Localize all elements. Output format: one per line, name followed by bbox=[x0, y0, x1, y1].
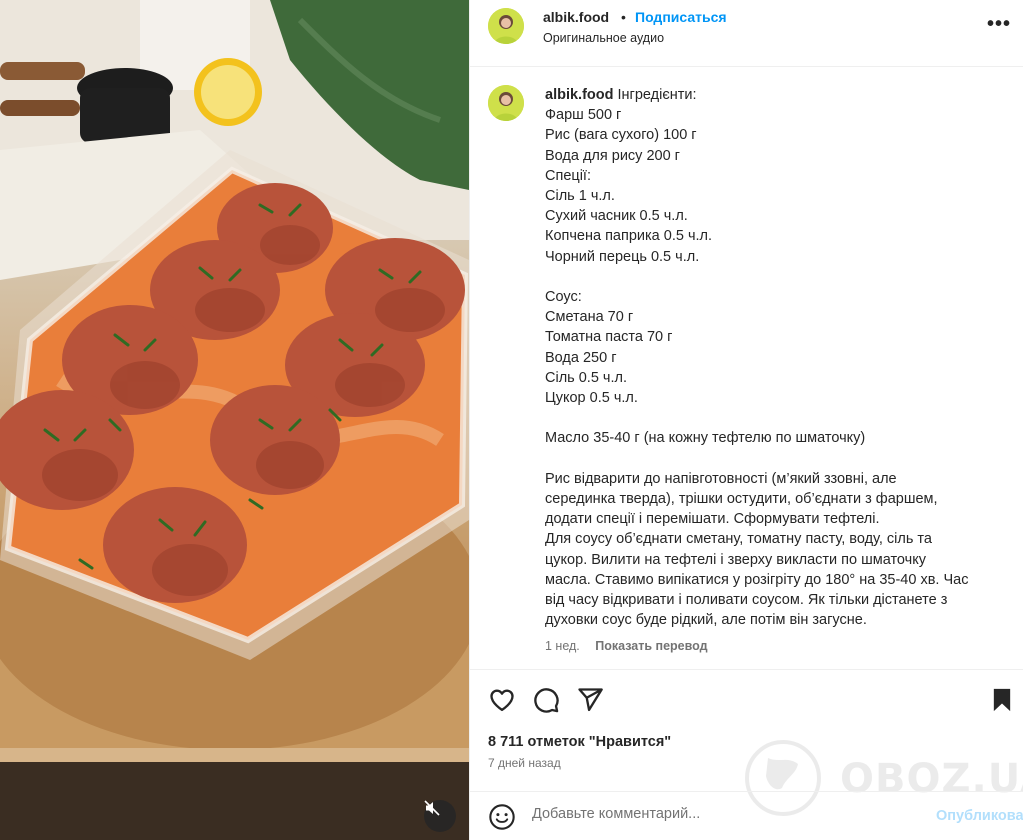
post-date[interactable]: 7 дней назад bbox=[488, 756, 561, 770]
separator-dot: • bbox=[621, 9, 626, 25]
share-button[interactable] bbox=[576, 686, 604, 714]
caption-time[interactable]: 1 нед. bbox=[545, 639, 580, 653]
caption-line bbox=[545, 449, 995, 469]
likes-count[interactable]: 8 711 отметок "Нравится" bbox=[488, 734, 671, 750]
more-icon: ••• bbox=[987, 13, 1012, 35]
emoji-button[interactable] bbox=[488, 803, 516, 831]
follow-button[interactable]: Подписаться bbox=[635, 9, 727, 25]
publish-button[interactable]: Опубликовать bbox=[936, 808, 1023, 824]
comment-bubble-icon bbox=[534, 688, 559, 713]
speaker-muted-icon bbox=[424, 800, 440, 816]
author-username[interactable]: albik.food bbox=[543, 9, 609, 25]
caption-line: Вода 250 г bbox=[545, 349, 617, 366]
save-button[interactable] bbox=[988, 686, 1016, 714]
caption-line: серединка тверда), трішки остудити, об’є… bbox=[545, 491, 938, 508]
post-header: albik.food • Подписаться Оригинальное ау… bbox=[470, 0, 1023, 67]
caption-line: від часу відкривати і поливати соусом. Я… bbox=[545, 592, 948, 609]
caption-line: Чорний перець 0.5 ч.л. bbox=[545, 248, 700, 265]
caption-line: Спеції: bbox=[545, 167, 591, 184]
caption-line bbox=[545, 408, 995, 428]
caption-line: Рис (вага сухого) 100 г bbox=[545, 127, 697, 144]
bookmark-icon bbox=[993, 688, 1011, 712]
caption-avatar[interactable] bbox=[488, 85, 524, 121]
like-button[interactable] bbox=[488, 686, 516, 714]
paper-plane-icon bbox=[578, 688, 603, 712]
comment-button[interactable] bbox=[532, 686, 560, 714]
caption-line: Цукор 0.5 ч.л. bbox=[545, 390, 638, 407]
caption-line: Фарш 500 г bbox=[545, 107, 622, 124]
avatar-image bbox=[488, 8, 524, 44]
caption-line: Масло 35-40 г (на кожну тефтелю по шмато… bbox=[545, 430, 866, 447]
caption-line: Сухий часник 0.5 ч.л. bbox=[545, 208, 688, 225]
avatar[interactable] bbox=[488, 8, 524, 44]
meatballs-photo bbox=[0, 0, 469, 840]
caption-line bbox=[545, 267, 995, 287]
caption-line: Рис відварити до напівготовності (м’який… bbox=[545, 470, 897, 487]
more-options-button[interactable]: ••• bbox=[987, 12, 1011, 36]
caption-line: Сіль 0.5 ч.л. bbox=[545, 369, 627, 386]
mute-button[interactable] bbox=[424, 800, 456, 832]
caption-line: масла. Ставимо випікатися у розігріту до… bbox=[545, 571, 969, 588]
post-panel: albik.food • Подписаться Оригинальное ау… bbox=[469, 0, 1023, 840]
caption-username[interactable]: albik.food bbox=[545, 87, 613, 103]
comment-composer: Опубликовать bbox=[470, 791, 1023, 840]
caption-line: додати спеції і перемішати. Сформувати т… bbox=[545, 511, 880, 528]
caption-line: цукор. Вилити на тефтелі і зверху виклас… bbox=[545, 551, 926, 568]
comment-input[interactable] bbox=[532, 806, 922, 822]
post-media[interactable] bbox=[0, 0, 469, 840]
caption-line: Для соусу об’єднати сметану, томатну пас… bbox=[545, 531, 932, 548]
caption-line: Вода для рису 200 г bbox=[545, 147, 680, 164]
translate-link[interactable]: Показать перевод bbox=[595, 639, 707, 653]
caption-line: Томатна паста 70 г bbox=[545, 329, 673, 346]
smiley-icon bbox=[489, 804, 515, 830]
action-bar bbox=[470, 670, 1023, 730]
heart-icon bbox=[490, 689, 514, 712]
caption-line: духовки соус буде рідкий, але потім він … bbox=[545, 612, 867, 629]
caption-meta: 1 нед. Показать перевод bbox=[545, 639, 708, 653]
caption-line: Сметана 70 г bbox=[545, 309, 634, 326]
avatar-image bbox=[488, 85, 524, 121]
caption-section: albik.food Інгредієнти: Фарш 500 г Рис (… bbox=[470, 67, 1023, 670]
audio-link[interactable]: Оригинальное аудио bbox=[543, 31, 664, 45]
caption-heading: Інгредієнти: bbox=[617, 87, 697, 103]
caption-text: albik.food Інгредієнти: Фарш 500 г Рис (… bbox=[545, 85, 995, 630]
caption-line: Копчена паприка 0.5 ч.л. bbox=[545, 228, 713, 245]
caption-first-line: albik.food Інгредієнти: bbox=[545, 85, 995, 105]
caption-line: Сіль 1 ч.л. bbox=[545, 188, 615, 205]
caption-line: Соус: bbox=[545, 289, 582, 306]
